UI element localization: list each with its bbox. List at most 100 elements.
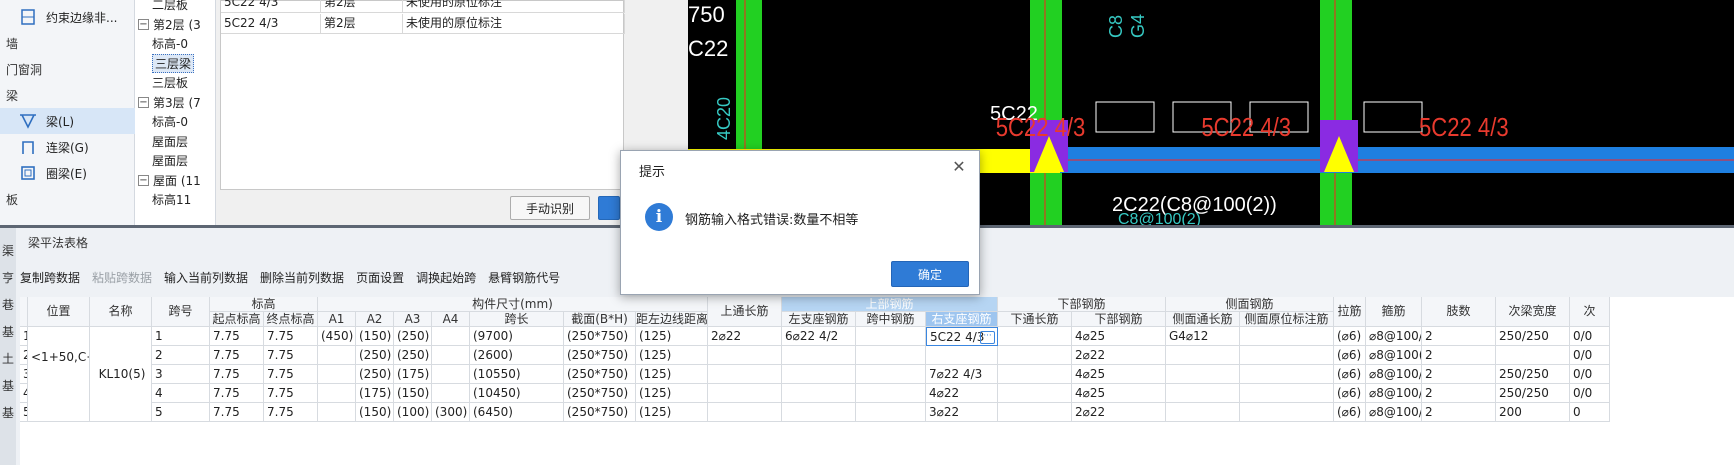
table-cell[interactable]: 4⌀25: [1072, 384, 1166, 403]
table-cell[interactable]: (150): [356, 403, 394, 422]
table-cell[interactable]: (6450): [470, 403, 564, 422]
table-cell[interactable]: [998, 384, 1072, 403]
column-header[interactable]: 侧面通长筋: [1166, 312, 1240, 327]
toolbar-button[interactable]: 调换起始跨: [416, 269, 476, 286]
table-cell[interactable]: [432, 384, 470, 403]
table-cell[interactable]: [856, 384, 926, 403]
row-number[interactable]: 5: [20, 403, 28, 422]
table-cell[interactable]: 0/0: [1570, 346, 1610, 365]
table-cell[interactable]: (125): [636, 384, 708, 403]
tree-node[interactable]: 屋面层: [152, 131, 188, 152]
table-cell[interactable]: 4: [152, 384, 210, 403]
collapse-toggle-icon[interactable]: −: [138, 18, 149, 30]
table-cell[interactable]: (250): [356, 346, 394, 365]
table-cell[interactable]: (150): [356, 327, 394, 346]
table-cell[interactable]: 7.75: [264, 346, 318, 365]
table-cell[interactable]: (250*750): [564, 346, 636, 365]
column-header[interactable]: 跨中钢筋: [856, 312, 926, 327]
table-cell[interactable]: [856, 327, 926, 346]
tree-node[interactable]: 屋面层: [152, 150, 188, 171]
table-cell[interactable]: (⌀6): [1334, 346, 1366, 365]
table-cell[interactable]: 2⌀22: [708, 327, 782, 346]
column-header[interactable]: A2: [356, 312, 394, 327]
table-cell[interactable]: (175): [356, 384, 394, 403]
column-header[interactable]: 拉筋: [1334, 297, 1366, 327]
table-cell[interactable]: 7.75: [264, 403, 318, 422]
column-header[interactable]: 次梁宽度: [1496, 297, 1570, 327]
column-header[interactable]: 下部钢筋: [1072, 312, 1166, 327]
table-cell[interactable]: [856, 365, 926, 384]
table-cell[interactable]: (⌀6): [1334, 327, 1366, 346]
table-cell[interactable]: [432, 365, 470, 384]
column-header[interactable]: 终点标高: [264, 312, 318, 327]
toolbar-button[interactable]: 页面设置: [356, 269, 404, 286]
table-cell[interactable]: [782, 384, 856, 403]
column-header[interactable]: 跨长: [470, 312, 564, 327]
table-cell[interactable]: (9700): [470, 327, 564, 346]
column-header[interactable]: 上通长筋: [708, 297, 782, 327]
table-cell[interactable]: 6⌀22 4/2: [782, 327, 856, 346]
table-cell[interactable]: (10450): [470, 384, 564, 403]
table-cell[interactable]: 3: [152, 365, 210, 384]
table-cell[interactable]: [856, 346, 926, 365]
list-row[interactable]: 5C22 4/3 第2层 未使用的原位标注: [221, 14, 625, 34]
table-cell[interactable]: 2⌀22: [1072, 346, 1166, 365]
nav-item[interactable]: 圈梁(E): [0, 160, 135, 186]
table-cell[interactable]: 7.75: [210, 365, 264, 384]
table-cell[interactable]: [318, 403, 356, 422]
table-cell[interactable]: (125): [636, 346, 708, 365]
collapse-toggle-icon[interactable]: −: [138, 96, 149, 108]
table-cell[interactable]: [1166, 403, 1240, 422]
table-cell[interactable]: [708, 384, 782, 403]
table-cell[interactable]: [856, 403, 926, 422]
table-cell[interactable]: 2: [1422, 403, 1496, 422]
table-cell[interactable]: G4⌀12: [1166, 327, 1240, 346]
table-cell[interactable]: (250*750): [564, 365, 636, 384]
table-cell[interactable]: 5C22 4/3 ···: [926, 327, 998, 346]
toolbar-button[interactable]: 粘贴跨数据: [92, 269, 152, 286]
table-cell[interactable]: [1166, 346, 1240, 365]
table-cell[interactable]: [1240, 403, 1334, 422]
table-cell[interactable]: 4⌀25: [1072, 365, 1166, 384]
table-cell[interactable]: 2: [1422, 327, 1496, 346]
table-cell[interactable]: [782, 365, 856, 384]
table-cell[interactable]: (250*750): [564, 384, 636, 403]
list-row[interactable]: 5C22 4/3 第2层 未使用的原位标注: [221, 0, 625, 13]
table-cell[interactable]: (2600): [470, 346, 564, 365]
table-cell[interactable]: ⌀8@100/: [1366, 403, 1422, 422]
column-header[interactable]: A4: [432, 312, 470, 327]
table-cell[interactable]: [432, 327, 470, 346]
table-cell[interactable]: (450): [318, 327, 356, 346]
toolbar-button[interactable]: 输入当前列数据: [164, 269, 248, 286]
toolbar-button[interactable]: 删除当前列数据: [260, 269, 344, 286]
tree-node[interactable]: 标高-0: [152, 33, 188, 54]
table-cell[interactable]: [708, 346, 782, 365]
table-cell[interactable]: [318, 346, 356, 365]
tree-node[interactable]: − 屋面 (11: [138, 170, 201, 191]
table-cell[interactable]: [708, 365, 782, 384]
table-cell[interactable]: (⌀6): [1334, 403, 1366, 422]
table-cell[interactable]: 2: [1422, 384, 1496, 403]
table-cell[interactable]: (10550): [470, 365, 564, 384]
table-cell[interactable]: (300): [432, 403, 470, 422]
column-header[interactable]: 下通长筋: [998, 312, 1072, 327]
toolbar-button[interactable]: 复制跨数据: [20, 269, 80, 286]
toolbar-button[interactable]: 悬臂钢筋代号: [488, 269, 560, 286]
table-cell[interactable]: [432, 346, 470, 365]
nav-item[interactable]: 约束边缘非...: [0, 4, 135, 30]
column-header[interactable]: A1: [318, 312, 356, 327]
table-cell[interactable]: [998, 365, 1072, 384]
tree-node[interactable]: 三层梁: [152, 53, 195, 74]
row-number[interactable]: 3: [20, 365, 28, 384]
table-cell[interactable]: [998, 327, 1072, 346]
table-cell[interactable]: (250*750): [564, 403, 636, 422]
position-cell[interactable]: <1+50,C+25;7,C+25>: [28, 327, 90, 422]
table-cell[interactable]: 7.75: [210, 327, 264, 346]
table-cell[interactable]: [998, 346, 1072, 365]
tree-node[interactable]: 标高11: [152, 189, 191, 210]
table-cell[interactable]: 2: [152, 346, 210, 365]
table-cell[interactable]: (⌀6): [1334, 384, 1366, 403]
partial-primary-button[interactable]: [598, 196, 620, 220]
table-cell[interactable]: 7.75: [264, 365, 318, 384]
table-cell[interactable]: 1: [152, 327, 210, 346]
